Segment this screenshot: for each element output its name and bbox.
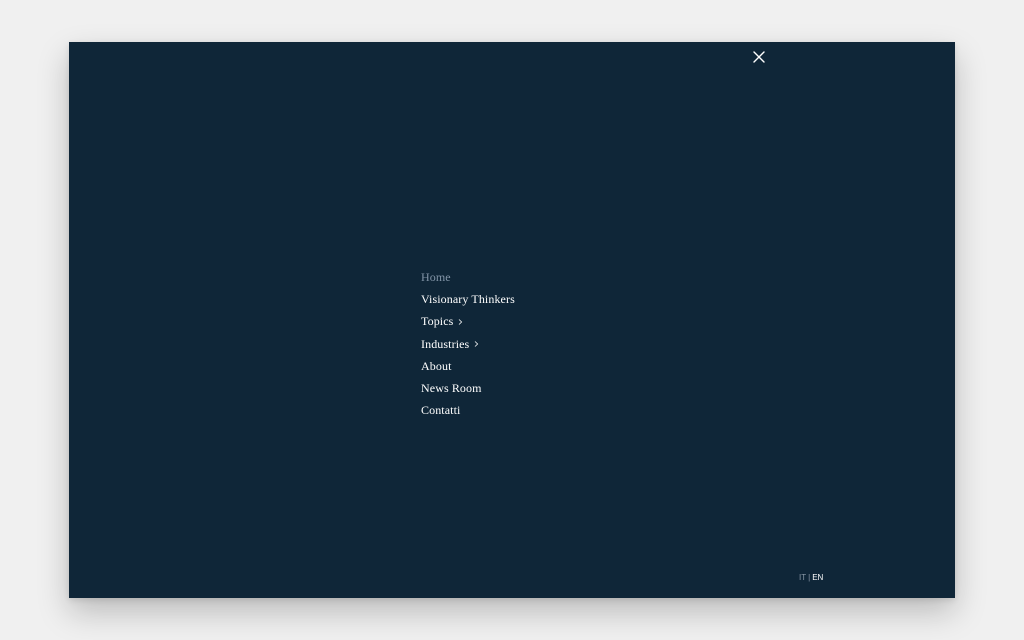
nav-item-label: Topics [421,314,454,329]
main-nav: Home Visionary Thinkers Topics Industrie… [421,266,515,422]
language-option-en[interactable]: EN [812,573,823,582]
language-option-it[interactable]: IT [799,573,806,582]
nav-item-visionary-thinkers[interactable]: Visionary Thinkers [421,288,515,310]
nav-item-topics[interactable]: Topics [421,311,515,333]
nav-item-label: News Room [421,381,482,396]
chevron-right-icon [474,340,479,348]
nav-item-label: About [421,358,452,373]
nav-item-contatti[interactable]: Contatti [421,400,515,422]
nav-item-label: Contatti [421,403,461,418]
nav-item-label: Visionary Thinkers [421,291,515,306]
language-switcher: IT | EN [799,573,823,582]
nav-item-label: Home [421,269,451,284]
nav-item-about[interactable]: About [421,355,515,377]
nav-item-industries[interactable]: Industries [421,333,515,355]
nav-item-news-room[interactable]: News Room [421,377,515,399]
language-separator: | [808,573,811,582]
close-icon [753,51,765,63]
chevron-right-icon [458,318,463,326]
close-button[interactable] [748,47,770,69]
nav-item-home[interactable]: Home [421,266,515,288]
nav-item-label: Industries [421,336,470,351]
menu-overlay: Home Visionary Thinkers Topics Industrie… [69,42,955,598]
